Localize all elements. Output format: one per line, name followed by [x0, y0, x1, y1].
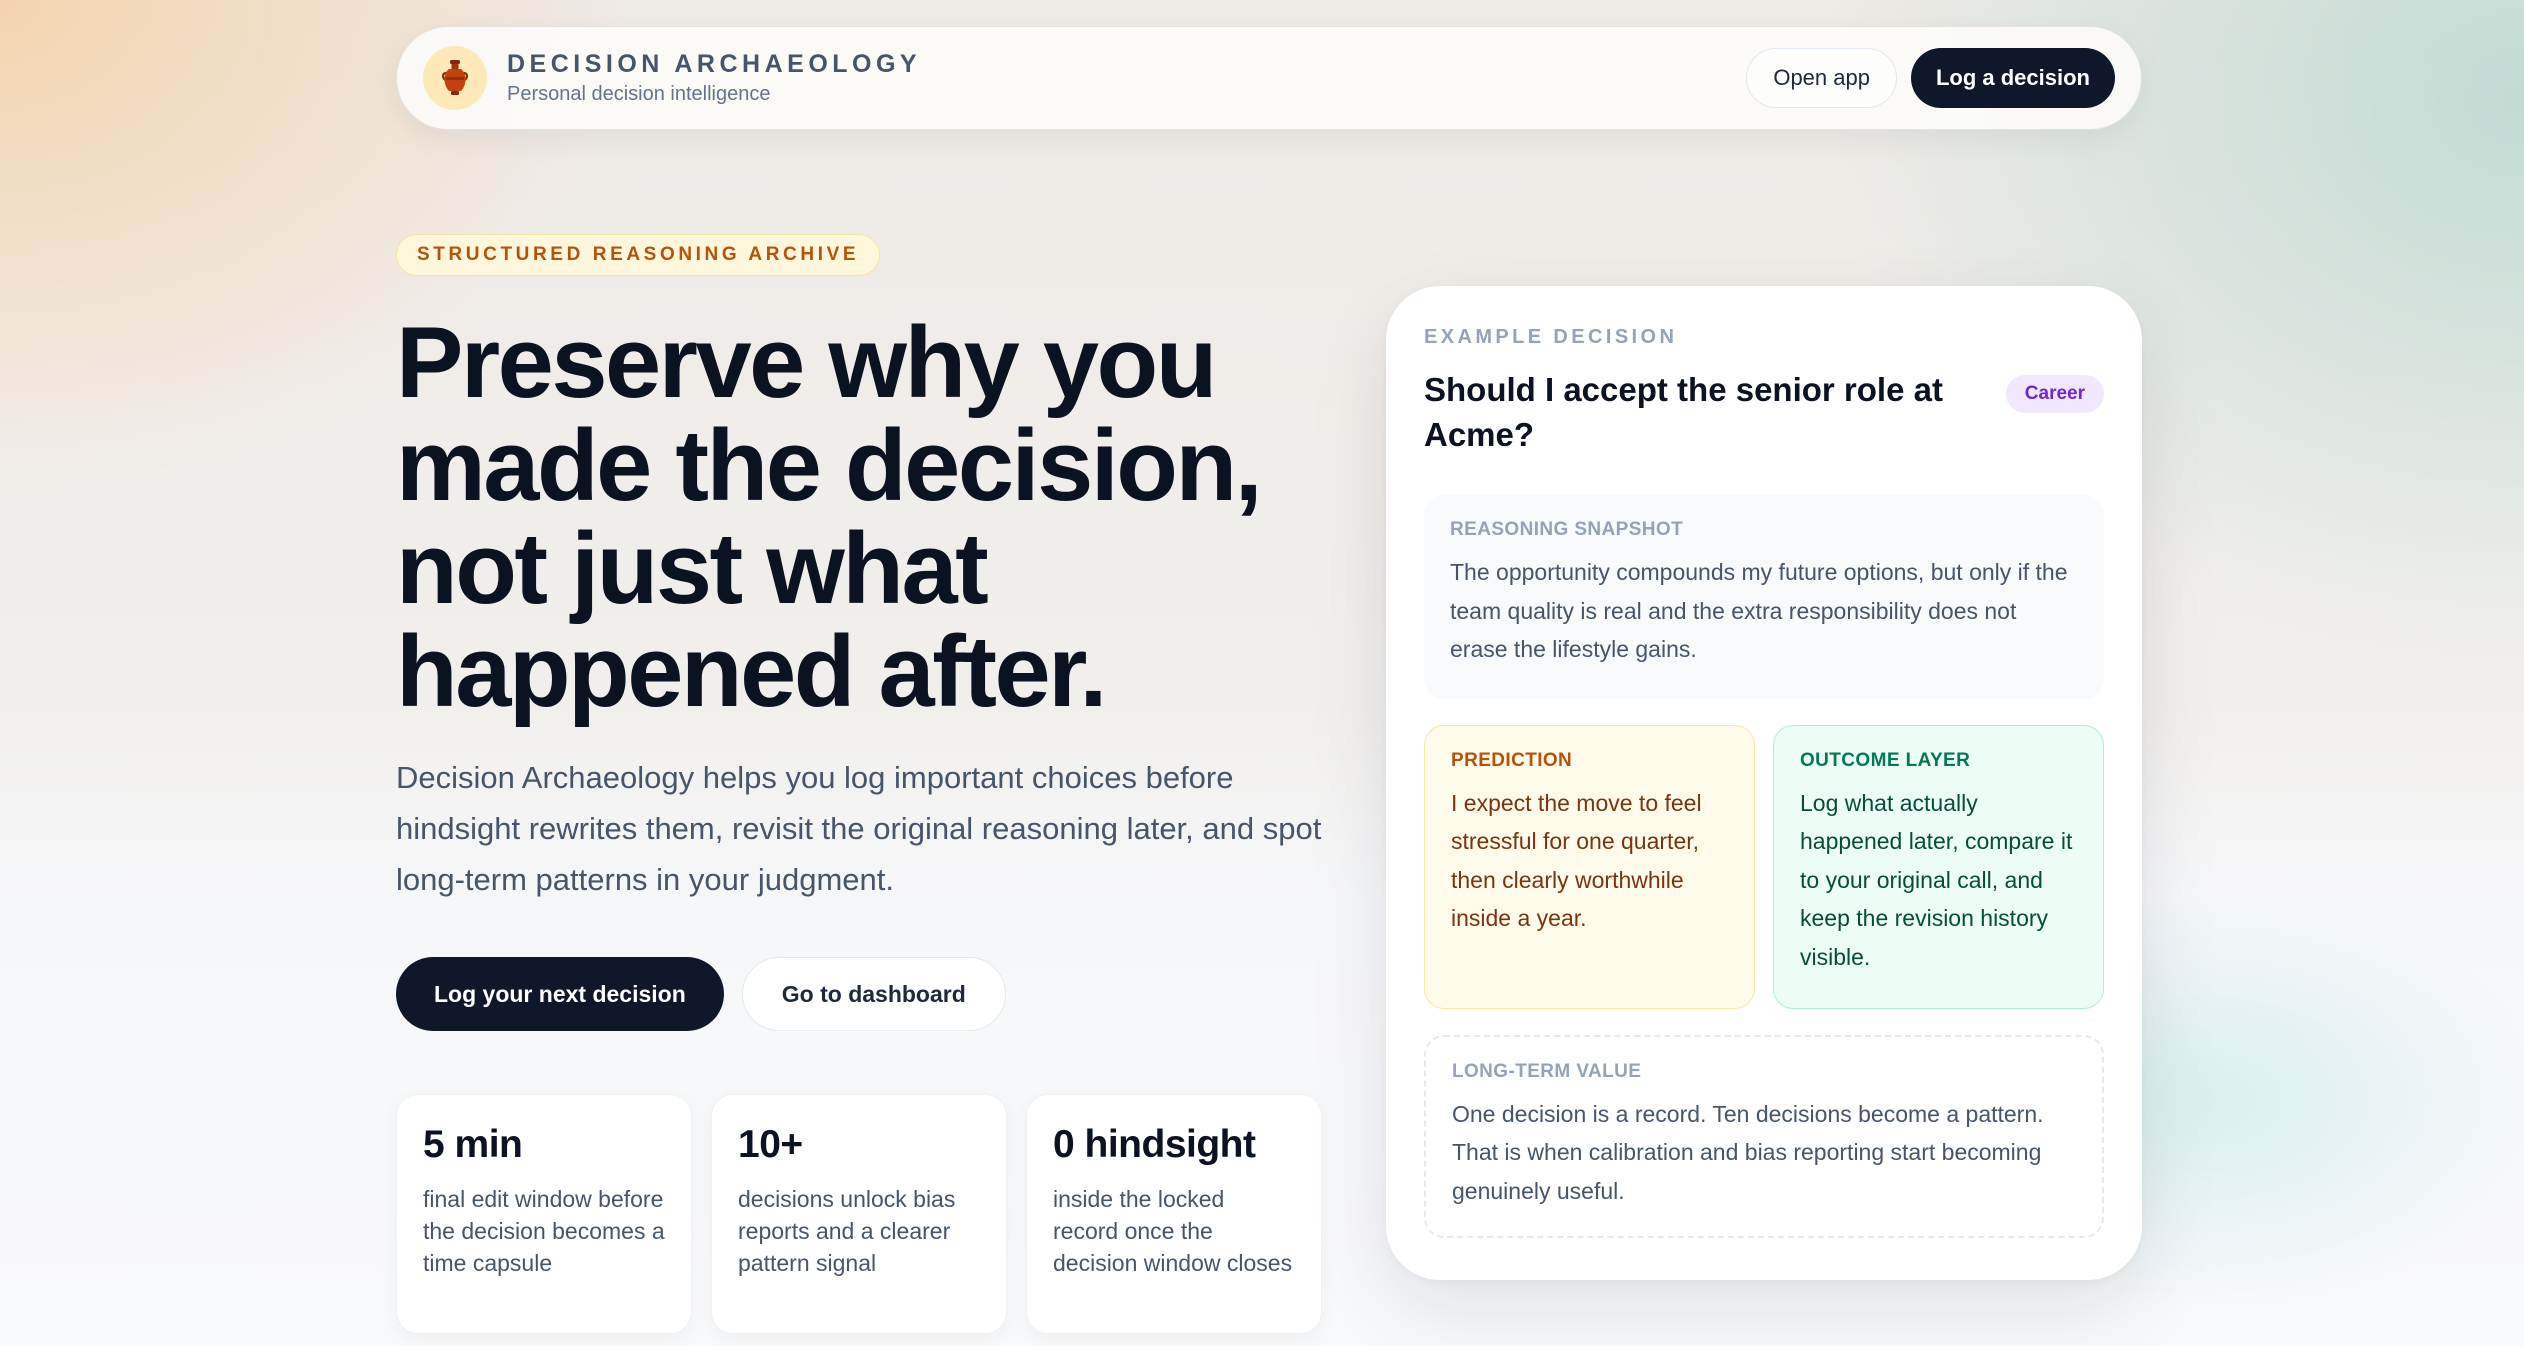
stat-card: 5 min final edit window before the decis… — [396, 1094, 692, 1334]
outcome-text: Log what actually happened later, compar… — [1800, 789, 2073, 970]
example-eyebrow: EXAMPLE DECISION — [1424, 326, 1678, 348]
stat-description: final edit window before the decision be… — [423, 1186, 665, 1276]
reasoning-snapshot: REASONING SNAPSHOT The opportunity compo… — [1424, 495, 2104, 699]
nav-actions: Open app Log a decision — [1746, 48, 2115, 108]
brand[interactable]: DECISION ARCHAEOLOGY Personal decision i… — [507, 50, 921, 106]
hero-cta-row: Log your next decision Go to dashboard — [396, 957, 1006, 1031]
go-to-dashboard-button[interactable]: Go to dashboard — [741, 957, 1006, 1031]
prediction-box: PREDICTION I expect the move to feel str… — [1424, 724, 1755, 1009]
brand-subtitle: Personal decision intelligence — [507, 83, 771, 105]
outcome-label: OUTCOME LAYER — [1800, 749, 1971, 771]
category-tag: Career — [2005, 375, 2104, 413]
prediction-label: PREDICTION — [1451, 749, 1573, 771]
prediction-outcome-row: PREDICTION I expect the move to feel str… — [1424, 724, 2104, 1009]
snapshot-text: The opportunity compounds my future opti… — [1450, 559, 2068, 662]
stat-value: 5 min — [423, 1123, 523, 1166]
snapshot-label: REASONING SNAPSHOT — [1450, 519, 1684, 540]
longterm-text: One decision is a record. Ten decisions … — [1452, 1100, 2044, 1204]
example-decision-card: EXAMPLE DECISION Should I accept the sen… — [1386, 286, 2142, 1280]
top-nav: DECISION ARCHAEOLOGY Personal decision i… — [396, 26, 2142, 130]
log-next-decision-button[interactable]: Log your next decision — [396, 957, 724, 1031]
stat-value: 10+ — [738, 1123, 803, 1166]
log-decision-button[interactable]: Log a decision — [1910, 48, 2115, 108]
stat-description: inside the locked record once the decisi… — [1053, 1186, 1293, 1276]
prediction-text: I expect the move to feel stressful for … — [1451, 789, 1702, 932]
stat-card: 10+ decisions unlock bias reports and a … — [711, 1094, 1007, 1334]
hero-eyebrow-badge: STRUCTURED REASONING ARCHIVE — [396, 234, 881, 276]
long-term-value-box: LONG-TERM VALUE One decision is a record… — [1424, 1034, 2104, 1238]
longterm-label: LONG-TERM VALUE — [1452, 1060, 1642, 1082]
example-header: Should I accept the senior role at Acme?… — [1424, 367, 2104, 457]
stat-card: 0 hindsight inside the locked record onc… — [1026, 1094, 1322, 1334]
hero-headline: Preserve why you made the decision, not … — [396, 307, 1263, 728]
stats-row: 5 min final edit window before the decis… — [396, 1094, 1322, 1334]
hero-description: Decision Archaeology helps you log impor… — [396, 760, 1322, 897]
outcome-box: OUTCOME LAYER Log what actually happened… — [1773, 724, 2104, 1009]
open-app-button[interactable]: Open app — [1746, 48, 1897, 108]
brand-title: DECISION ARCHAEOLOGY — [507, 50, 922, 78]
stat-description: decisions unlock bias reports and a clea… — [738, 1186, 956, 1276]
landing-page: DECISION ARCHAEOLOGY Personal decision i… — [0, 0, 2524, 1346]
example-title: Should I accept the senior role at Acme? — [1424, 371, 1943, 453]
amphora-icon — [423, 46, 487, 110]
stat-value: 0 hindsight — [1053, 1123, 1256, 1166]
